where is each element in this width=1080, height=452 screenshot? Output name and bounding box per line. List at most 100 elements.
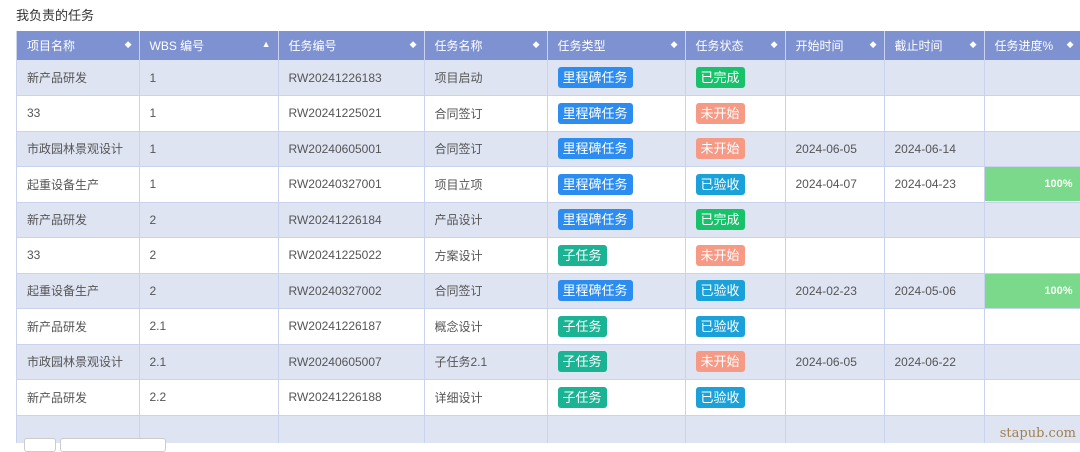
col-header-progress[interactable]: 任务进度%◆ (984, 31, 1080, 60)
table-row[interactable]: 市政园林景观设计1RW20240605001合同签订里程碑任务未开始2024-0… (17, 131, 1080, 167)
cell-task-name: 产品设计 (424, 202, 547, 238)
cell-task-code: RW20241226183 (278, 60, 424, 96)
cell-task-type: 子任务 (547, 309, 685, 345)
cell-task-type: 里程碑任务 (547, 202, 685, 238)
cell-wbs: 2.1 (139, 309, 278, 345)
cell-progress (984, 60, 1080, 96)
cell-task-type: 子任务 (547, 380, 685, 416)
col-header-task-status[interactable]: 任务状态◆ (685, 31, 785, 60)
sort-icon[interactable]: ◆ (870, 39, 877, 50)
task-status-badge: 已验收 (696, 387, 745, 408)
cell-task-name: 合同签订 (424, 96, 547, 132)
sort-icon[interactable]: ◆ (771, 39, 778, 50)
cell-wbs: 1 (139, 60, 278, 96)
task-status-badge: 已完成 (696, 67, 745, 88)
table-row[interactable]: 332RW20241225022方案设计子任务未开始 (17, 238, 1080, 274)
table-row[interactable]: 331RW20241225021合同签订里程碑任务未开始 (17, 96, 1080, 132)
cell-task-code: RW20241225022 (278, 238, 424, 274)
task-table-container[interactable]: 项目名称◆ WBS 编号▲ 任务编号◆ 任务名称◆ 任务类型◆ 任务状态◆ 开始… (16, 31, 1080, 443)
cell-empty (785, 415, 884, 443)
cell-task-status: 未开始 (685, 238, 785, 274)
table-row[interactable]: 新产品研发2.1RW20241226187概念设计子任务已验收 (17, 309, 1080, 345)
table-row[interactable] (17, 415, 1080, 443)
table-row[interactable]: 起重设备生产2RW20240327002合同签订里程碑任务已验收2024-02-… (17, 273, 1080, 309)
cell-end-time: 2024-06-14 (884, 131, 984, 167)
cell-end-time (884, 60, 984, 96)
cell-end-time (884, 96, 984, 132)
col-header-wbs[interactable]: WBS 编号▲ (139, 31, 278, 60)
watermark: stapub.com (1000, 426, 1076, 441)
task-type-badge: 子任务 (558, 316, 607, 337)
cell-project-name: 33 (17, 96, 139, 132)
task-type-badge: 子任务 (558, 245, 607, 266)
cell-task-code: RW20241226188 (278, 380, 424, 416)
cell-task-code: RW20240605001 (278, 131, 424, 167)
cell-project-name: 起重设备生产 (17, 273, 139, 309)
cell-project-name: 新产品研发 (17, 309, 139, 345)
sort-icon[interactable]: ◆ (671, 39, 678, 50)
task-type-badge: 里程碑任务 (558, 67, 633, 88)
cell-start-time (785, 309, 884, 345)
cell-progress (984, 344, 1080, 380)
sort-icon[interactable]: ◆ (970, 39, 977, 50)
cell-task-name: 详细设计 (424, 380, 547, 416)
sort-icon[interactable]: ◆ (410, 39, 417, 50)
cell-end-time (884, 380, 984, 416)
cell-project-name: 市政园林景观设计 (17, 131, 139, 167)
col-header-start-time[interactable]: 开始时间◆ (785, 31, 884, 60)
sort-ascending-icon[interactable]: ▲ (262, 39, 271, 49)
cell-start-time: 2024-06-05 (785, 131, 884, 167)
task-status-badge: 已完成 (696, 209, 745, 230)
cell-task-type: 子任务 (547, 238, 685, 274)
table-row[interactable]: 市政园林景观设计2.1RW20240605007子任务2.1子任务未开始2024… (17, 344, 1080, 380)
cell-empty (884, 415, 984, 443)
sort-icon[interactable]: ◆ (125, 39, 132, 50)
pagination-control[interactable] (60, 438, 166, 452)
cell-wbs: 2.2 (139, 380, 278, 416)
cell-progress (984, 238, 1080, 274)
cell-task-code: RW20241226187 (278, 309, 424, 345)
page-size-select[interactable] (24, 438, 56, 452)
cell-task-name: 合同签订 (424, 273, 547, 309)
task-type-badge: 里程碑任务 (558, 103, 633, 124)
cell-start-time: 2024-04-07 (785, 167, 884, 203)
cell-task-name: 项目启动 (424, 60, 547, 96)
col-header-task-type[interactable]: 任务类型◆ (547, 31, 685, 60)
cell-task-name: 方案设计 (424, 238, 547, 274)
table-row[interactable]: 新产品研发2RW20241226184产品设计里程碑任务已完成 (17, 202, 1080, 238)
cell-start-time (785, 238, 884, 274)
task-type-badge: 子任务 (558, 387, 607, 408)
cell-task-code: RW20240327002 (278, 273, 424, 309)
task-type-badge: 里程碑任务 (558, 174, 633, 195)
col-header-end-time[interactable]: 截止时间◆ (884, 31, 984, 60)
cell-task-status: 已完成 (685, 60, 785, 96)
cell-task-status: 未开始 (685, 96, 785, 132)
cell-task-status: 未开始 (685, 344, 785, 380)
task-type-badge: 子任务 (558, 351, 607, 372)
cell-task-code: RW20241226184 (278, 202, 424, 238)
col-header-project-name[interactable]: 项目名称◆ (17, 31, 139, 60)
table-row[interactable]: 起重设备生产1RW20240327001项目立项里程碑任务已验收2024-04-… (17, 167, 1080, 203)
cell-empty (424, 415, 547, 443)
cell-project-name: 起重设备生产 (17, 167, 139, 203)
cell-task-status: 已验收 (685, 273, 785, 309)
cell-progress: 100% (984, 273, 1080, 309)
cell-task-code: RW20240605007 (278, 344, 424, 380)
cell-progress (984, 96, 1080, 132)
sort-icon[interactable]: ◆ (533, 39, 540, 50)
task-table: 项目名称◆ WBS 编号▲ 任务编号◆ 任务名称◆ 任务类型◆ 任务状态◆ 开始… (17, 31, 1080, 443)
cell-task-code: RW20240327001 (278, 167, 424, 203)
progress-bar: 100% (985, 167, 1080, 201)
table-row[interactable]: 新产品研发2.2RW20241226188详细设计子任务已验收 (17, 380, 1080, 416)
col-header-task-name[interactable]: 任务名称◆ (424, 31, 547, 60)
sort-icon[interactable]: ◆ (1067, 39, 1074, 50)
cell-empty (547, 415, 685, 443)
cell-wbs: 2.1 (139, 344, 278, 380)
cell-task-type: 子任务 (547, 344, 685, 380)
col-header-task-code[interactable]: 任务编号◆ (278, 31, 424, 60)
cell-start-time (785, 380, 884, 416)
cell-empty (278, 415, 424, 443)
cell-start-time: 2024-02-23 (785, 273, 884, 309)
cell-empty (685, 415, 785, 443)
table-row[interactable]: 新产品研发1RW20241226183项目启动里程碑任务已完成 (17, 60, 1080, 96)
